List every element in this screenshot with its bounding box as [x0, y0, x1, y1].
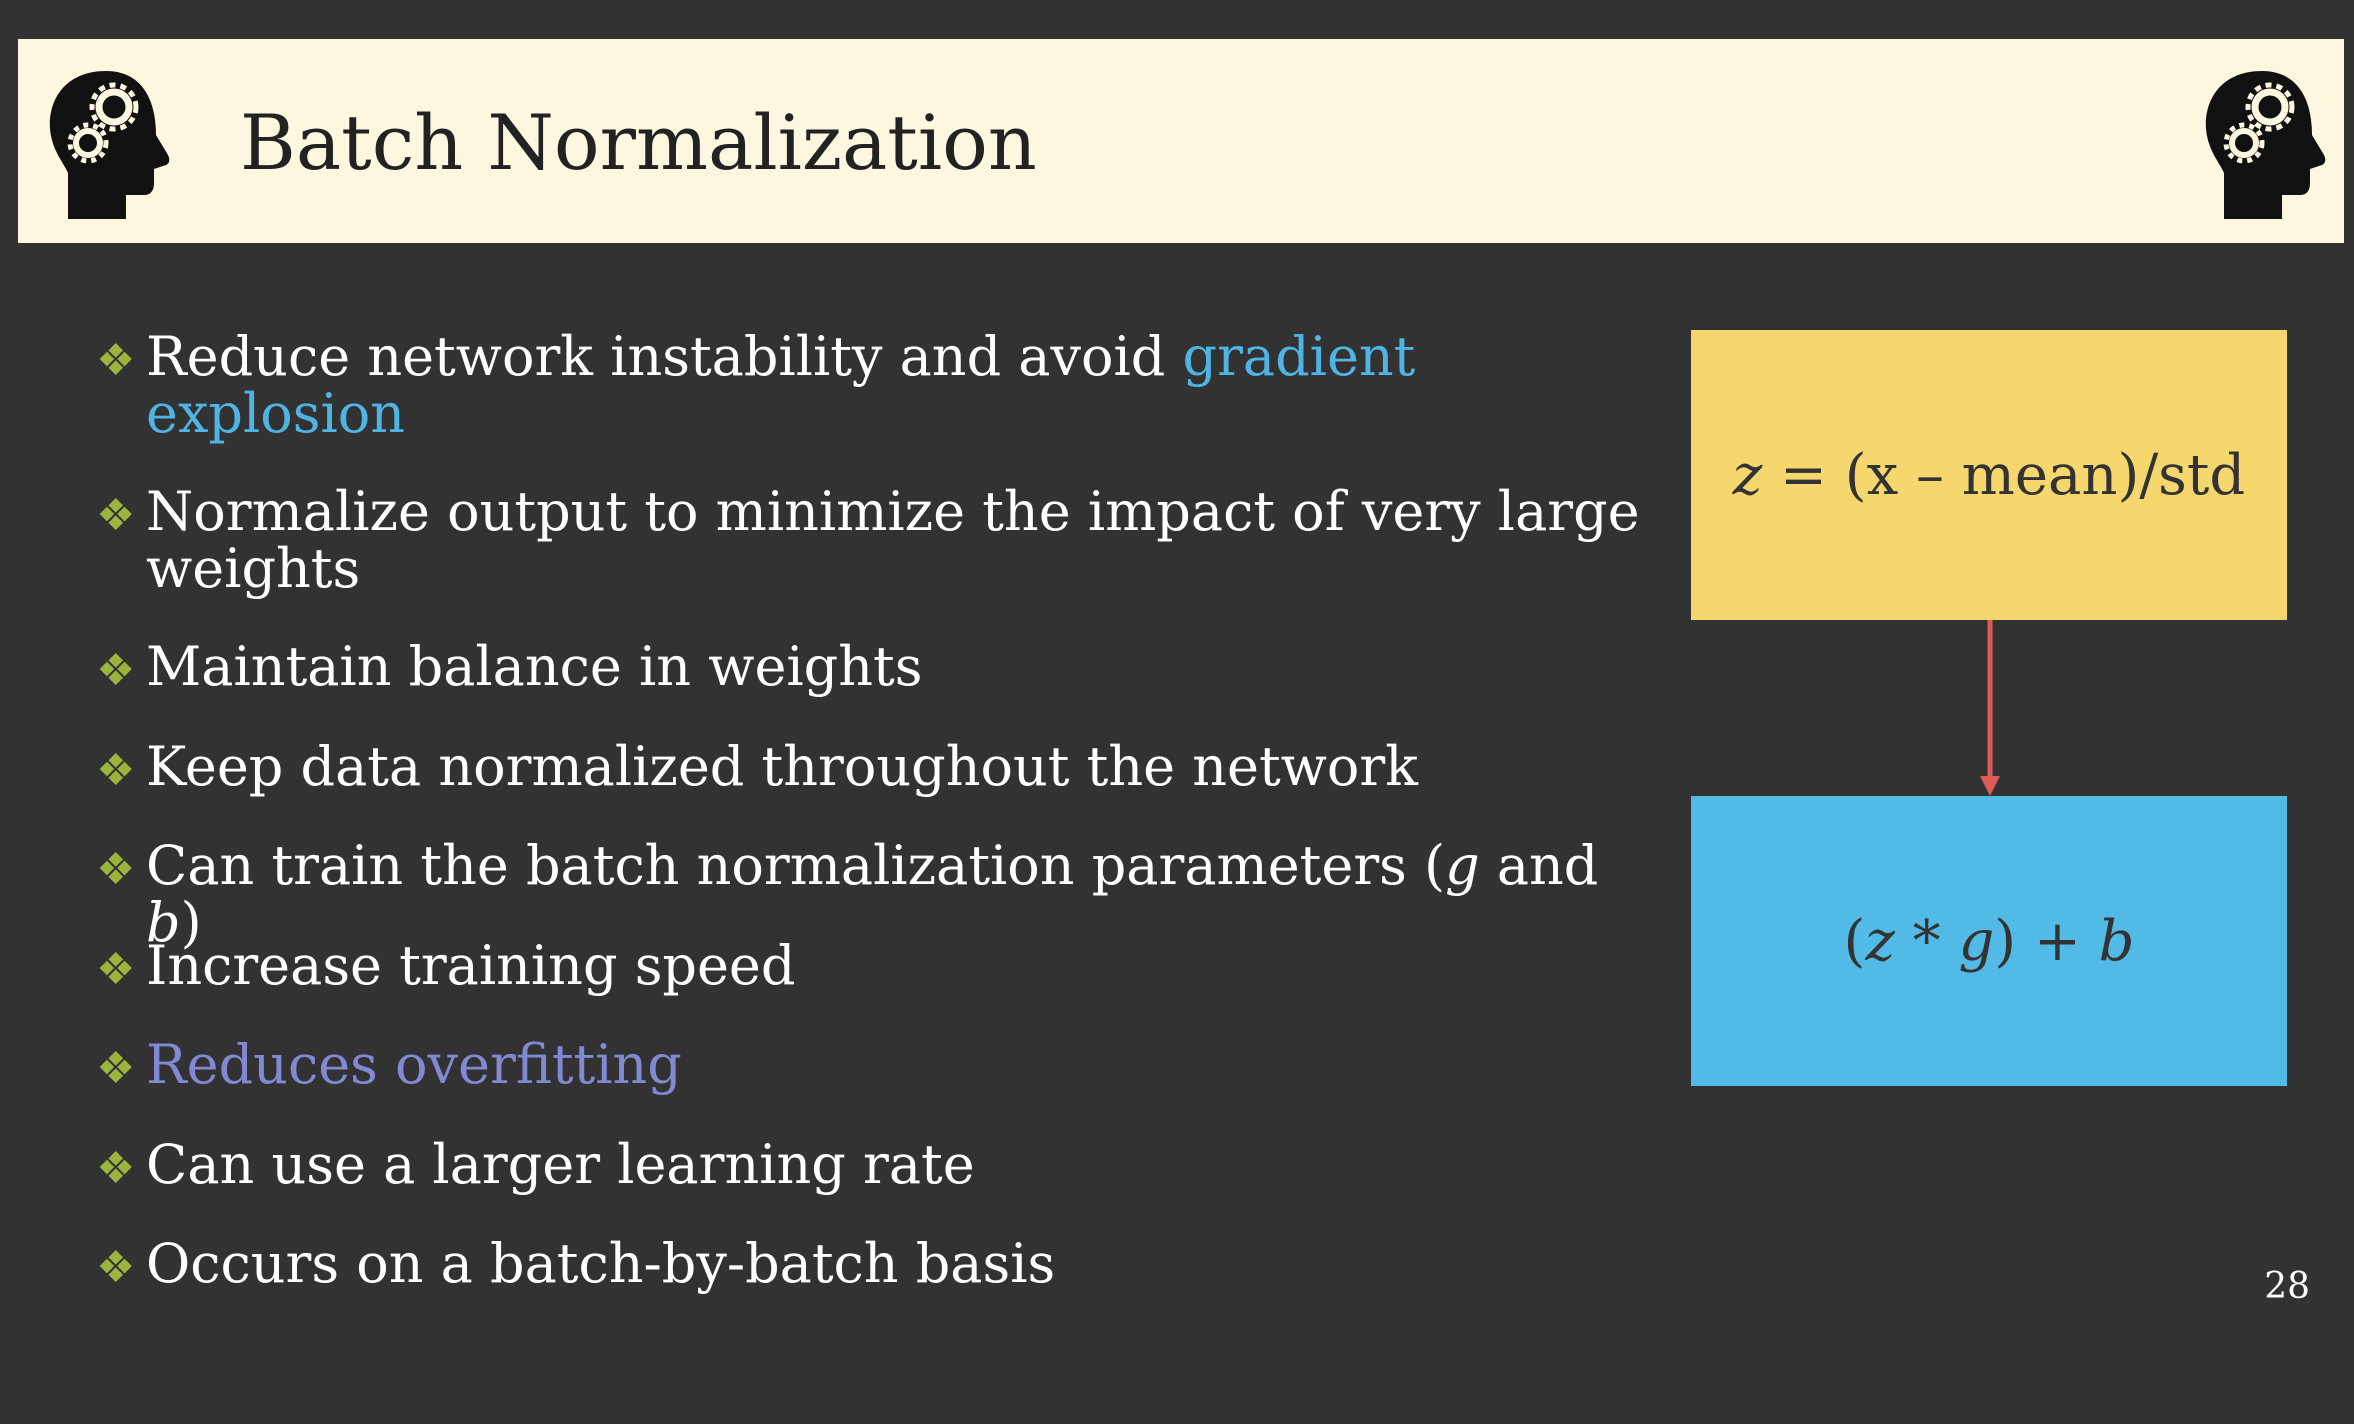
formula-box-scale-shift: (z * g) + b	[1691, 796, 2287, 1086]
diamond-bullet-icon: ❖	[96, 1142, 136, 1194]
bullet-text: Can train the batch normalization parame…	[146, 834, 1446, 897]
formula-text: z = (x – mean)/std	[1732, 442, 2246, 508]
bullet-text-highlighted: Reduces overfitting	[146, 1033, 682, 1096]
bullet-list: ❖ Reduce network instability and avoid g…	[96, 328, 1656, 1335]
bullet-text: Reduce network instability and avoid	[146, 325, 1183, 388]
head-with-gears-icon	[49, 71, 170, 219]
bullet-item: ❖ Occurs on a batch-by-batch basis	[96, 1235, 1656, 1335]
bullet-text: Maintain balance in weights	[146, 635, 923, 698]
bullet-item: ❖ Reduce network instability and avoid g…	[96, 328, 1656, 483]
bullet-text: Occurs on a batch-by-batch basis	[146, 1232, 1056, 1295]
bullet-item: ❖ Can use a larger learning rate	[96, 1136, 1656, 1236]
bullet-text: Keep data normalized throughout the netw…	[146, 734, 1418, 798]
diamond-bullet-icon: ❖	[96, 1043, 136, 1094]
bullet-item: ❖ Increase training speed	[96, 937, 1656, 1037]
bullet-text: Can use a larger learning rate	[146, 1132, 975, 1196]
diamond-bullet-icon: ❖	[96, 943, 136, 995]
bullet-text: Normalize output to minimize the impact …	[146, 480, 1640, 600]
bullet-item: ❖ Maintain balance in weights	[96, 638, 1656, 738]
formula-text: (z * g) + b	[1843, 908, 2135, 974]
diamond-bullet-icon: ❖	[96, 490, 136, 541]
diamond-bullet-icon: ❖	[96, 744, 136, 796]
diamond-bullet-icon: ❖	[96, 645, 136, 696]
bullet-item: ❖ Can train the batch normalization para…	[96, 834, 1656, 951]
slide-title: Batch Normalization	[240, 98, 1037, 187]
diamond-bullet-icon: ❖	[96, 335, 136, 386]
bullet-item: ❖ Normalize output to minimize the impac…	[96, 483, 1656, 638]
bullet-item: ❖ Keep data normalized throughout the ne…	[96, 738, 1656, 838]
formula-box-standardize: z = (x – mean)/std	[1691, 330, 2287, 620]
diamond-bullet-icon: ❖	[96, 844, 136, 895]
param-g: g	[1445, 834, 1480, 897]
head-with-gears-icon	[2205, 71, 2326, 219]
bullet-item: ❖ Reduces overfitting	[96, 1036, 1656, 1136]
bullet-text: Increase training speed	[146, 933, 796, 997]
diamond-bullet-icon: ❖	[96, 1242, 136, 1293]
bullet-text: and	[1479, 834, 1599, 897]
title-bar: Batch Normalization	[18, 39, 2344, 243]
page-number: 28	[2264, 1266, 2310, 1307]
arrow-down-icon	[1980, 620, 2000, 796]
